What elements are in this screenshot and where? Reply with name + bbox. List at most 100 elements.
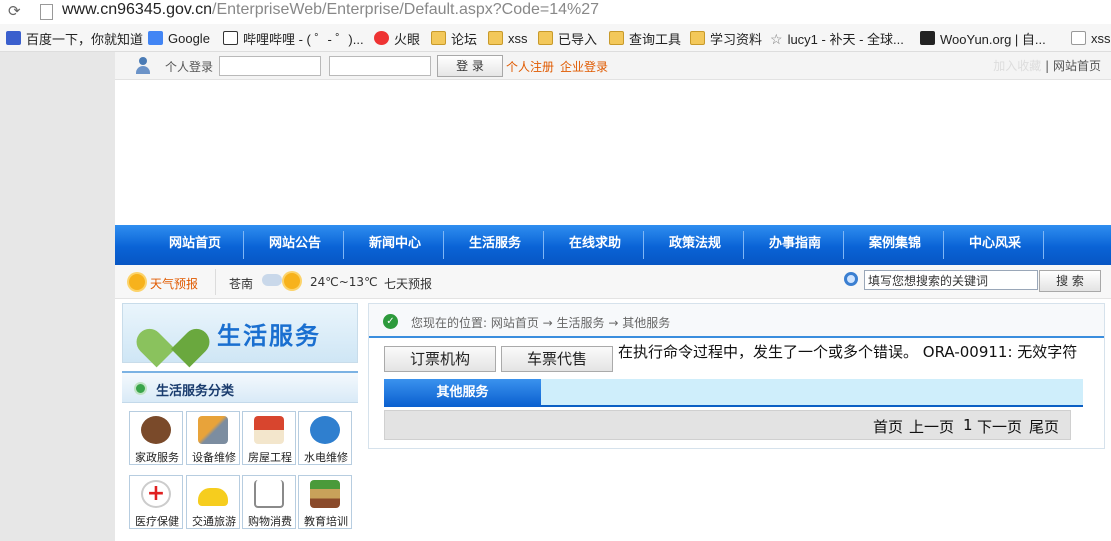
breadcrumb-text: 您现在的位置: 网站首页 → 生活服务 → 其他服务 <box>411 316 671 330</box>
forecast-link[interactable]: 七天预报 <box>384 275 432 292</box>
weather-city: 苍南 <box>229 277 254 291</box>
cloud-icon <box>262 274 282 286</box>
bookmarks-bar: 百度一下，你就知道 Google 哔哩哔哩 - ( ゜- ゜)... 火眼 论坛… <box>0 24 1111 52</box>
category-header: 生活服务分类 <box>122 371 358 403</box>
plumbing-icon <box>310 416 340 444</box>
page-icon <box>1071 31 1086 45</box>
enterprise-login-link[interactable]: 企业登录 <box>560 58 608 75</box>
bookmark-folder-xss[interactable]: xss <box>488 29 528 47</box>
favorite-link[interactable]: 加入收藏 <box>993 59 1041 73</box>
bookmark-label: WooYun.org | 自... <box>940 31 1046 47</box>
bookmark-label: Google <box>168 30 210 46</box>
nav-online-help[interactable]: 在线求助 <box>545 225 645 265</box>
address-bar[interactable]: ⟳ www.cn96345.gov.cn/EnterpriseWeb/Enter… <box>0 0 1111 24</box>
top-links: 加入收藏 | 网站首页 <box>993 59 1101 73</box>
service-house-engineering[interactable]: 房屋工程 <box>242 411 296 465</box>
bookmark-folder-forum[interactable]: 论坛 <box>431 29 477 47</box>
category-title: 生活服务分类 <box>156 384 235 399</box>
nav-cases[interactable]: 案例集锦 <box>845 225 945 265</box>
register-link[interactable]: 个人注册 <box>506 58 554 75</box>
section-title[interactable]: 其他服务 <box>384 379 541 407</box>
nav-notice[interactable]: 网站公告 <box>245 225 345 265</box>
pager-current: 1 <box>963 416 973 434</box>
service-education[interactable]: 教育培训 <box>298 475 352 529</box>
bookmark-wooyun[interactable]: WooYun.org | 自... <box>920 29 1046 47</box>
folder-icon <box>431 31 446 45</box>
bookmark-label: lucy1 - 补天 - 全球... <box>787 31 904 47</box>
folder-icon <box>538 31 553 45</box>
banner-title: 生活服务 <box>217 322 321 350</box>
bookmark-folder-imported[interactable]: 已导入 <box>538 29 597 47</box>
url-path: /EnterpriseWeb/Enterprise/Default.aspx?C… <box>212 1 600 18</box>
car-icon <box>198 488 228 506</box>
tab-ticket-proxy[interactable]: 车票代售 <box>501 346 613 372</box>
pager-last[interactable]: 尾页 <box>1029 416 1059 437</box>
nav-center[interactable]: 中心风采 <box>945 225 1045 265</box>
bookmark-label: xss <box>508 30 528 46</box>
service-transport[interactable]: 交通旅游 <box>186 475 240 529</box>
service-plumbing-electrical[interactable]: 水电维修 <box>298 411 352 465</box>
login-bar: 个人登录 登 录 个人注册 企业登录 加入收藏 | 网站首页 <box>115 52 1111 80</box>
bookmark-label: 百度一下，你就知道 <box>26 31 144 47</box>
heart-icon <box>131 309 215 368</box>
bookmark-bilibili[interactable]: 哔哩哔哩 - ( ゜- ゜)... <box>223 29 364 47</box>
tools-icon <box>198 416 228 444</box>
bookmark-folder-study[interactable]: 学习资料 <box>690 29 762 47</box>
url-text[interactable]: www.cn96345.gov.cn/EnterpriseWeb/Enterpr… <box>62 1 599 19</box>
service-equipment-repair[interactable]: 设备维修 <box>186 411 240 465</box>
check-icon: ✓ <box>383 314 398 329</box>
service-label: 水电维修 <box>304 451 348 464</box>
weather-label[interactable]: 天气预报 <box>150 275 198 292</box>
bookmark-folder-query-tools[interactable]: 查询工具 <box>609 29 681 47</box>
tv-icon <box>223 31 238 45</box>
service-label: 家政服务 <box>135 451 179 464</box>
nav-life-services[interactable]: 生活服务 <box>445 225 545 265</box>
pager-first[interactable]: 首页 <box>873 416 903 437</box>
nav-news[interactable]: 新闻中心 <box>345 225 445 265</box>
tab-ticket-agency[interactable]: 订票机构 <box>384 346 496 372</box>
bookmark-butian[interactable]: ☆ lucy1 - 补天 - 全球... <box>770 29 904 47</box>
section-header: 其他服务 <box>384 379 1083 407</box>
home-link[interactable]: 网站首页 <box>1053 59 1101 73</box>
error-message: 在执行命令过程中，发生了一个或多个错误。 ORA-00911: 无效字符 <box>618 343 1078 361</box>
login-button[interactable]: 登 录 <box>437 55 503 77</box>
nav-home[interactable]: 网站首页 <box>145 225 245 265</box>
service-shopping[interactable]: 购物消费 <box>242 475 296 529</box>
service-medical[interactable]: + 医疗保健 <box>129 475 183 529</box>
bookmark-label: 哔哩哔哩 - ( ゜- ゜)... <box>243 31 364 47</box>
reload-icon[interactable]: ⟳ <box>8 2 21 20</box>
page-gutter <box>0 52 115 541</box>
wooyun-icon <box>920 31 935 45</box>
medical-cross-icon: + <box>141 480 171 508</box>
google-icon <box>148 31 163 45</box>
search-button[interactable]: 搜 索 <box>1039 270 1101 292</box>
pager-next[interactable]: 下一页 <box>977 416 1022 437</box>
search-input[interactable] <box>864 270 1038 290</box>
sun-icon <box>129 274 145 290</box>
login-label: 个人登录 <box>165 60 214 74</box>
bookmark-label: 已导入 <box>558 31 598 47</box>
service-label: 交通旅游 <box>192 515 236 528</box>
username-input[interactable] <box>219 56 321 76</box>
bookmark-baidu[interactable]: 百度一下，你就知道 <box>6 29 143 47</box>
bookmark-huoyan[interactable]: 火眼 <box>374 29 420 47</box>
bookmark-xss-page[interactable]: xss <box>1071 29 1111 47</box>
paw-icon <box>6 31 21 45</box>
bookmark-label: 论坛 <box>451 31 478 47</box>
bookmark-google[interactable]: Google <box>148 29 210 47</box>
service-label: 房屋工程 <box>248 451 292 464</box>
bookmark-label: xss <box>1091 30 1111 46</box>
pager: 首页 上一页 1 下一页 尾页 <box>384 410 1071 440</box>
service-housekeeping[interactable]: 家政服务 <box>129 411 183 465</box>
page-icon <box>40 4 53 20</box>
user-icon <box>135 57 151 74</box>
folder-icon <box>609 31 624 45</box>
sun-icon <box>284 273 300 289</box>
house-icon <box>254 416 284 444</box>
pager-prev[interactable]: 上一页 <box>909 416 954 437</box>
main-nav: 网站首页 网站公告 新闻中心 生活服务 在线求助 政策法规 办事指南 案例集锦 … <box>115 225 1111 265</box>
nav-guide[interactable]: 办事指南 <box>745 225 845 265</box>
search-icon <box>844 272 858 286</box>
nav-policy[interactable]: 政策法规 <box>645 225 745 265</box>
password-input[interactable] <box>329 56 431 76</box>
